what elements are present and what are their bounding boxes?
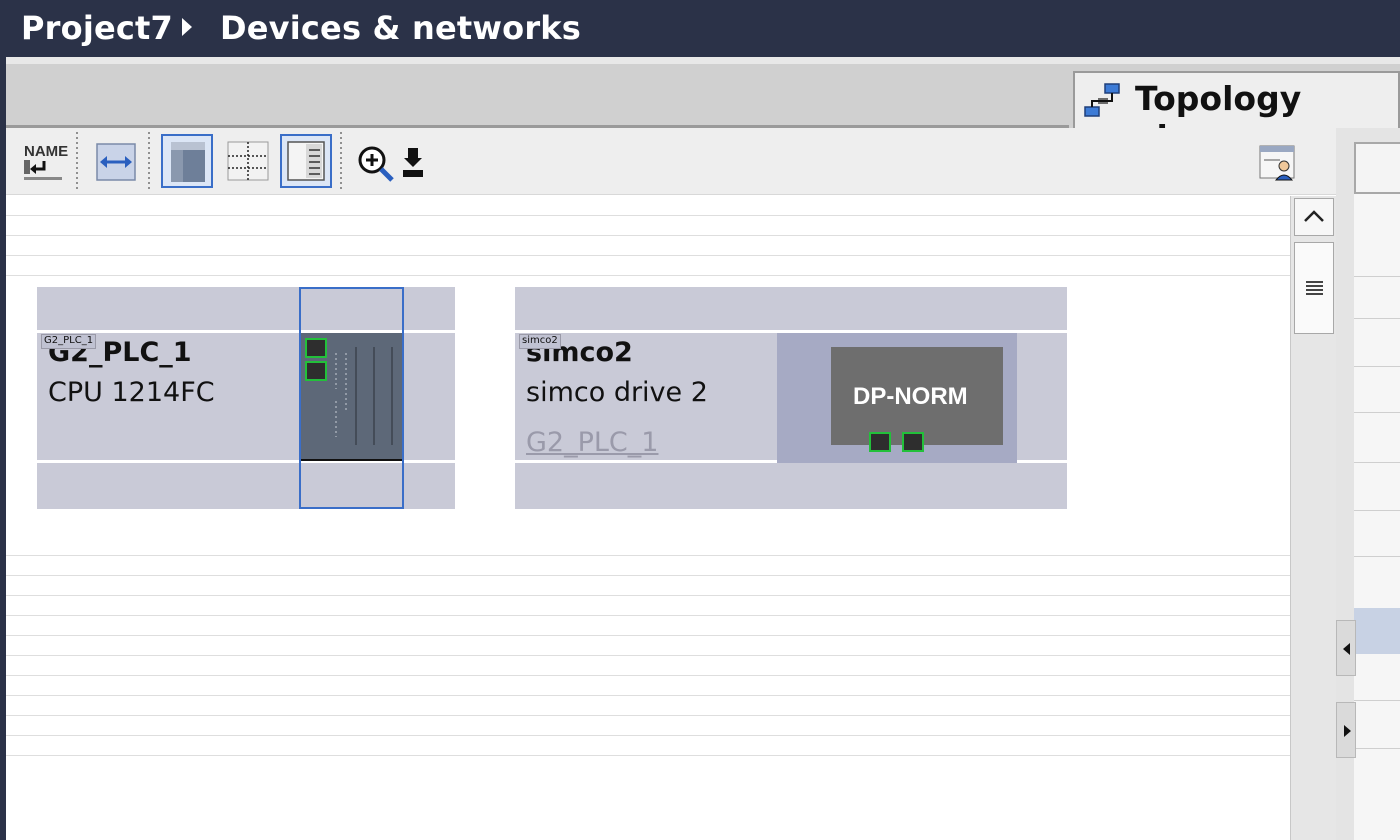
- tab-topology-view[interactable]: Topology view: [1073, 71, 1400, 157]
- grid-line: [6, 255, 1290, 256]
- grid-line: [6, 615, 1290, 616]
- grid-line: [6, 635, 1290, 636]
- grid-line: [6, 235, 1290, 236]
- arrow-right-icon: [1344, 725, 1351, 737]
- panel-row-divider: [1354, 556, 1400, 557]
- breadcrumb-separator-icon: [182, 18, 192, 36]
- grid-line: [6, 735, 1290, 736]
- grip-line: [1306, 289, 1323, 291]
- device-type: CPU 1214FC: [48, 377, 215, 408]
- fit-width-icon: [96, 143, 136, 181]
- user-panel-icon: [1259, 145, 1295, 181]
- grid-icon: [227, 141, 269, 181]
- assigned-controller-link[interactable]: G2_PLC_1: [526, 427, 658, 458]
- selection-frame: [299, 287, 404, 509]
- fit-width-button[interactable]: [90, 134, 142, 188]
- drive-module-label: DP-NORM: [853, 383, 968, 410]
- user-panel-button[interactable]: [1256, 134, 1308, 188]
- grip-line: [1306, 281, 1323, 283]
- panel-tab[interactable]: [1354, 142, 1400, 194]
- breadcrumb-page: Devices & networks: [220, 9, 582, 47]
- grip-line: [1306, 293, 1323, 295]
- breadcrumb-project[interactable]: Project7: [21, 9, 173, 47]
- panel-row-divider: [1354, 748, 1400, 749]
- panel-row-divider: [1354, 700, 1400, 701]
- device-type: simco drive 2: [526, 377, 708, 408]
- grid-line: [6, 215, 1290, 216]
- grid-line: [6, 715, 1290, 716]
- panel-row-divider: [1354, 412, 1400, 413]
- device-name-tag: simco2: [519, 334, 561, 349]
- topology-canvas[interactable]: G2_PLC_1 G2_PLC_1 CPU 1214FC simco2 simc…: [6, 196, 1290, 840]
- download-button[interactable]: [398, 134, 428, 188]
- panel-row-divider: [1354, 366, 1400, 367]
- panel-row-divider: [1354, 462, 1400, 463]
- grid-line: [6, 575, 1290, 576]
- scroll-up-button[interactable]: [1294, 198, 1334, 236]
- vertical-scrollbar[interactable]: [1290, 196, 1336, 840]
- toolbar: NAME: [6, 128, 1336, 195]
- ethernet-port-icon[interactable]: [869, 432, 891, 452]
- ethernet-port-icon[interactable]: [902, 432, 924, 452]
- panel-selected-row[interactable]: [1354, 608, 1400, 654]
- grip-line: [1306, 285, 1323, 287]
- device-plc[interactable]: G2_PLC_1 G2_PLC_1 CPU 1214FC: [37, 287, 455, 509]
- grid-line: [6, 755, 1290, 756]
- grid-button[interactable]: [222, 134, 274, 188]
- toolbar-separator: [148, 132, 150, 190]
- grid-line: [6, 275, 1290, 276]
- page-break-icon: [171, 142, 205, 182]
- scroll-thumb[interactable]: [1294, 242, 1334, 334]
- download-icon: [403, 148, 423, 177]
- grid-line: [6, 675, 1290, 676]
- overview-panel-button[interactable]: [280, 134, 332, 188]
- grid-line: [6, 555, 1290, 556]
- panel-column: [1354, 194, 1400, 840]
- zoom-button[interactable]: [352, 134, 404, 188]
- breadcrumb: Project7 Devices & networks: [0, 0, 1400, 57]
- view-tab-bar: Topology view: [6, 57, 1400, 157]
- overview-panel-icon: [287, 141, 325, 181]
- chevron-up-icon: [1304, 210, 1324, 222]
- tab-bar-strip: [6, 57, 1400, 64]
- drive-module[interactable]: DP-NORM: [831, 347, 1003, 445]
- panel-row-divider: [1354, 510, 1400, 511]
- panel-row-divider: [1354, 276, 1400, 277]
- panel-row-divider: [1354, 318, 1400, 319]
- grid-line: [6, 695, 1290, 696]
- device-name-tag: G2_PLC_1: [41, 334, 97, 349]
- grid-line: [6, 655, 1290, 656]
- zoom-icon: [358, 146, 394, 182]
- toolbar-separator: [76, 132, 78, 190]
- arrow-left-icon: [1343, 643, 1350, 655]
- show-device-name-icon: NAME: [24, 143, 68, 180]
- expand-right-button[interactable]: [1336, 702, 1356, 758]
- name-icon-text: NAME: [24, 143, 68, 160]
- right-side-panel: [1336, 128, 1400, 840]
- show-device-name-button[interactable]: NAME: [20, 134, 72, 188]
- device-drive[interactable]: simco2 simco2 simco drive 2 G2_PLC_1 DP-…: [515, 287, 1067, 509]
- collapse-left-button[interactable]: [1336, 620, 1356, 676]
- topology-icon: [1081, 81, 1125, 121]
- page-break-button[interactable]: [161, 134, 213, 188]
- toolbar-separator: [340, 132, 342, 190]
- grid-line: [6, 595, 1290, 596]
